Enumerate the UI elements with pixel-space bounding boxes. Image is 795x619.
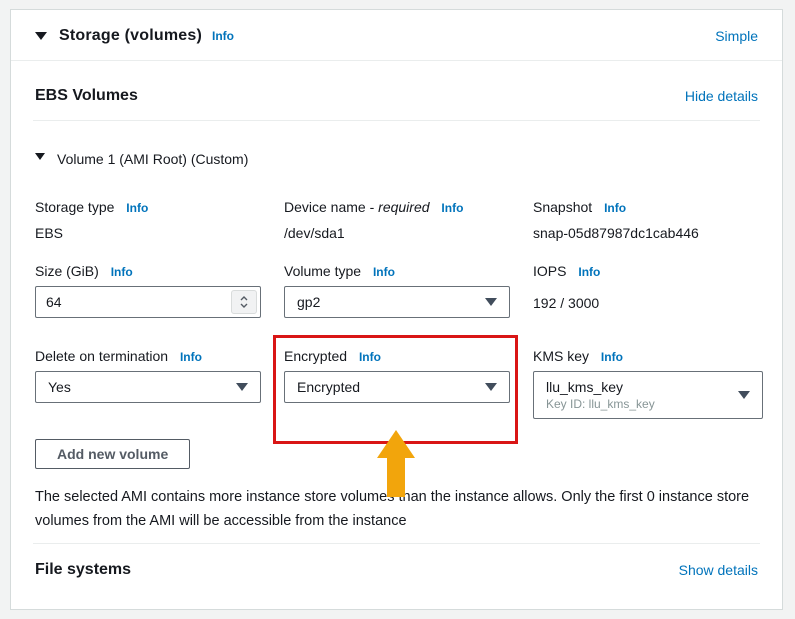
instance-store-warning-text: The selected AMI contains more instance … bbox=[33, 485, 759, 533]
storage-type-info-link[interactable]: Info bbox=[126, 201, 148, 215]
volume-1-header[interactable]: Volume 1 (AMI Root) (Custom) bbox=[33, 151, 760, 167]
encrypted-label-row: Encrypted Info bbox=[284, 348, 510, 364]
volume-type-select[interactable]: gp2 bbox=[284, 286, 510, 318]
field-delete-on-termination: Delete on termination Info Yes bbox=[35, 348, 261, 419]
field-iops: IOPS Info 192 / 3000 bbox=[533, 263, 763, 318]
add-new-volume-button[interactable]: Add new volume bbox=[35, 439, 190, 469]
iops-info-link[interactable]: Info bbox=[578, 265, 600, 279]
encrypted-info-link[interactable]: Info bbox=[359, 350, 381, 364]
storage-info-link[interactable]: Info bbox=[212, 29, 234, 43]
size-label-row: Size (GiB) Info bbox=[35, 263, 261, 279]
volume-1-title: Volume 1 (AMI Root) (Custom) bbox=[57, 151, 248, 167]
storage-section-title: Storage (volumes) bbox=[59, 27, 202, 45]
field-kms-key: KMS key Info llu_kms_key Key ID: llu_kms… bbox=[533, 348, 763, 419]
size-input-wrap bbox=[35, 286, 261, 318]
encrypted-label: Encrypted bbox=[284, 348, 347, 364]
file-systems-header: File systems Show details bbox=[33, 543, 760, 579]
field-volume-type: Volume type Info gp2 bbox=[284, 263, 510, 318]
kms-key-info-link[interactable]: Info bbox=[601, 350, 623, 364]
show-details-link[interactable]: Show details bbox=[679, 562, 758, 578]
field-size: Size (GiB) Info bbox=[35, 263, 261, 318]
size-info-link[interactable]: Info bbox=[111, 265, 133, 279]
kms-key-selected-value: llu_kms_key bbox=[546, 379, 655, 395]
kms-key-label: KMS key bbox=[533, 348, 589, 364]
device-name-info-link[interactable]: Info bbox=[441, 201, 463, 215]
encrypted-select[interactable]: Encrypted bbox=[284, 371, 510, 403]
device-name-required-label: required bbox=[378, 199, 429, 215]
snapshot-label: Snapshot bbox=[533, 199, 592, 215]
file-systems-title: File systems bbox=[35, 561, 131, 579]
storage-type-value: EBS bbox=[35, 225, 261, 241]
encrypted-selected-value: Encrypted bbox=[297, 379, 360, 395]
storage-section-body: EBS Volumes Hide details Volume 1 (AMI R… bbox=[11, 61, 782, 579]
iops-value: 192 / 3000 bbox=[533, 295, 763, 311]
kms-key-label-row: KMS key Info bbox=[533, 348, 763, 364]
storage-type-label: Storage type bbox=[35, 199, 114, 215]
iops-label: IOPS bbox=[533, 263, 566, 279]
delete-on-termination-select[interactable]: Yes bbox=[35, 371, 261, 403]
chevron-down-icon bbox=[738, 391, 750, 399]
device-name-label: Device name - bbox=[284, 199, 374, 215]
device-name-label-row: Device name - required Info bbox=[284, 199, 510, 215]
volume-fields-row-2: Size (GiB) Info Volume type Inf bbox=[33, 263, 760, 318]
snapshot-label-row: Snapshot Info bbox=[533, 199, 763, 215]
field-device-name: Device name - required Info /dev/sda1 bbox=[284, 199, 510, 241]
volume-fields-row-3: Delete on termination Info Yes Encrypted… bbox=[33, 348, 760, 419]
chevron-down-icon bbox=[485, 298, 497, 306]
kms-key-id-subtext: Key ID: llu_kms_key bbox=[546, 397, 655, 411]
add-volume-button-row: Add new volume bbox=[33, 439, 760, 469]
volume-type-label: Volume type bbox=[284, 263, 361, 279]
delete-on-termination-label: Delete on termination bbox=[35, 348, 168, 364]
volume-expand-caret-icon[interactable] bbox=[35, 153, 45, 160]
snapshot-value: snap-05d87987dc1cab446 bbox=[533, 225, 763, 241]
field-encrypted: Encrypted Info Encrypted bbox=[284, 348, 510, 419]
chevron-down-icon bbox=[485, 383, 497, 391]
size-label: Size (GiB) bbox=[35, 263, 99, 279]
kms-key-text-group: llu_kms_key Key ID: llu_kms_key bbox=[546, 379, 655, 411]
section-expand-caret-icon[interactable] bbox=[35, 32, 47, 40]
ebs-volumes-title: EBS Volumes bbox=[35, 87, 138, 105]
storage-section-header[interactable]: Storage (volumes) Info Simple bbox=[11, 10, 782, 61]
storage-volumes-panel: Storage (volumes) Info Simple EBS Volume… bbox=[10, 9, 783, 610]
stepper-chevrons-icon bbox=[239, 294, 249, 310]
size-stepper[interactable] bbox=[231, 290, 257, 314]
delete-on-termination-info-link[interactable]: Info bbox=[180, 350, 202, 364]
volume-type-selected-value: gp2 bbox=[297, 294, 320, 310]
snapshot-info-link[interactable]: Info bbox=[604, 201, 626, 215]
field-snapshot: Snapshot Info snap-05d87987dc1cab446 bbox=[533, 199, 763, 241]
hide-details-link[interactable]: Hide details bbox=[685, 88, 758, 104]
field-storage-type: Storage type Info EBS bbox=[35, 199, 261, 241]
ebs-volumes-header: EBS Volumes Hide details bbox=[33, 61, 760, 121]
volume-type-info-link[interactable]: Info bbox=[373, 265, 395, 279]
device-name-value: /dev/sda1 bbox=[284, 225, 510, 241]
iops-label-row: IOPS Info bbox=[533, 263, 763, 279]
simple-mode-link[interactable]: Simple bbox=[715, 28, 758, 44]
kms-key-select[interactable]: llu_kms_key Key ID: llu_kms_key bbox=[533, 371, 763, 419]
volume-fields-row-1: Storage type Info EBS Device name - requ… bbox=[33, 199, 760, 241]
delete-on-termination-selected-value: Yes bbox=[48, 379, 71, 395]
storage-type-label-row: Storage type Info bbox=[35, 199, 261, 215]
volume-type-label-row: Volume type Info bbox=[284, 263, 510, 279]
delete-on-termination-label-row: Delete on termination Info bbox=[35, 348, 261, 364]
size-input[interactable] bbox=[36, 294, 231, 310]
chevron-down-icon bbox=[236, 383, 248, 391]
